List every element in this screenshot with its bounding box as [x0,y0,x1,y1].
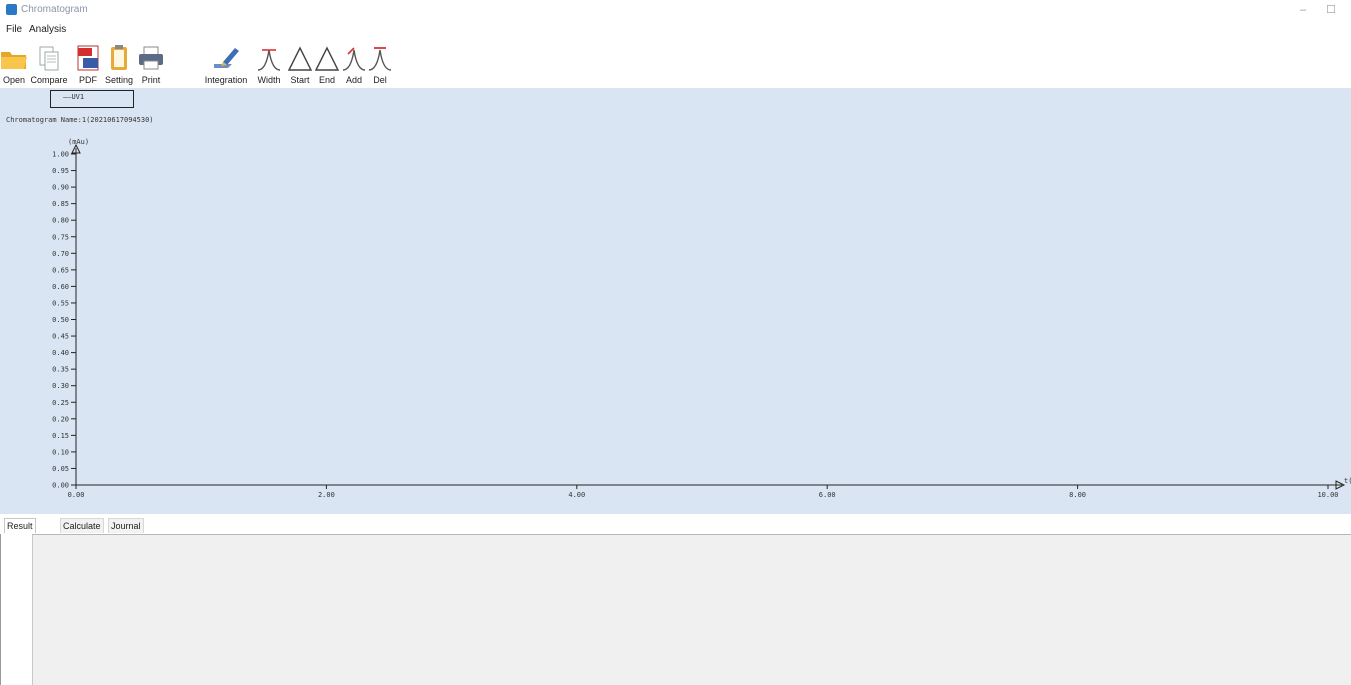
print-button[interactable]: Print [138,44,164,88]
title-bar: Chromatogram – ☐ [0,0,1351,22]
x-tick-label: 10.00 [1317,491,1338,499]
tab-journal[interactable]: Journal [108,518,144,533]
start-label: Start [290,75,310,85]
printer-icon [139,46,163,70]
menu-analysis[interactable]: Analysis [29,24,66,35]
chromatogram-panel[interactable]: ——UV1 Chromatogram Name:1(20210617094530… [0,88,1351,514]
add-button[interactable]: Add [342,44,366,88]
x-tick-label: 6.00 [819,491,836,499]
add-label: Add [345,75,362,85]
setting-label: Setting [104,75,134,85]
integration-label: Integration [204,75,248,85]
peak-start-icon [287,46,313,71]
width-label: Width [257,75,281,85]
panel-left-border [0,534,1,685]
result-panel [32,534,1351,685]
y-tick-label: 0.20 [52,415,69,423]
integration-button[interactable]: Integration [202,44,250,88]
y-tick-label: 0.70 [52,250,69,258]
open-button[interactable]: Open [0,44,28,88]
toolbar: Open Compare PDF Setting Print Integrati… [0,40,1351,88]
compare-button[interactable]: Compare [30,44,68,88]
peak-width-icon [257,49,281,71]
end-button[interactable]: End [314,44,340,88]
bottom-tabs: Result Calculate Journal [0,516,1351,534]
y-tick-label: 0.85 [52,200,69,208]
y-tick-label: 0.75 [52,233,69,241]
chromatogram-plot: (mAu) t(min) 0.00 0.05 0.10 0.15 0.20 0.25 0.30 0… [52,138,1351,499]
peak-end-icon [314,46,340,71]
width-button[interactable]: Width [256,44,282,88]
pdf-icon [77,45,99,71]
tab-calculate[interactable]: Calculate [60,518,104,533]
del-label: Del [373,75,387,85]
y-tick-label: 0.25 [52,399,69,407]
minimize-button[interactable]: – [1290,2,1316,18]
y-axis-unit-label: (mAu) [68,138,89,146]
del-button[interactable]: Del [368,44,392,88]
y-tick-label: 1.00 [52,151,69,159]
app-icon [6,4,17,15]
start-button[interactable]: Start [287,44,313,88]
pdf-label: PDF [79,75,97,85]
y-tick-label: 0.35 [52,366,69,374]
y-tick-label: 0.65 [52,266,69,274]
maximize-button[interactable]: ☐ [1318,2,1344,18]
y-tick-label: 0.95 [52,167,69,175]
y-tick-label: 0.60 [52,283,69,291]
end-label: End [318,75,335,85]
y-tick-label: 0.45 [52,333,69,341]
print-label: Print [141,75,161,85]
open-label: Open [2,75,26,85]
compare-documents-icon [39,46,59,71]
menu-bar: File Analysis [0,22,1351,38]
x-tick-label: 4.00 [568,491,585,499]
x-tick-label: 0.00 [68,491,85,499]
y-tick-label: 0.40 [52,349,69,357]
pdf-button[interactable]: PDF [76,44,100,88]
setting-button[interactable]: Setting [104,44,134,88]
integration-pen-icon [214,48,239,68]
x-tick-label: 8.00 [1069,491,1086,499]
compare-label: Compare [30,75,68,85]
clipboard-icon [111,45,127,70]
y-tick-label: 0.50 [52,316,69,324]
y-tick-label: 0.05 [52,465,69,473]
x-tick-label: 2.00 [318,491,335,499]
menu-file[interactable]: File [6,24,22,35]
y-tick-label: 0.10 [52,448,69,456]
folder-icon [1,52,27,69]
y-tick-label: 0.15 [52,432,69,440]
x-axis-unit-label: t(min) [1344,477,1351,485]
y-tick-label: 0.90 [52,184,69,192]
tab-result[interactable]: Result [4,518,36,533]
y-tick-label: 0.55 [52,299,69,307]
peak-delete-icon [368,47,392,71]
window-title: Chromatogram [21,4,88,15]
y-tick-label: 0.00 [52,482,69,490]
y-tick-label: 0.30 [52,382,69,390]
y-tick-label: 0.80 [52,217,69,225]
